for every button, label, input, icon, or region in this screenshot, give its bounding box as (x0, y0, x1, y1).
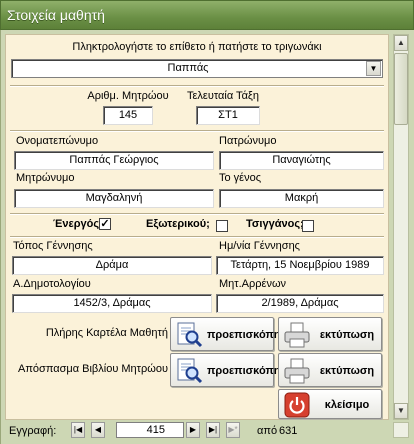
male-register-label: Μητ.Αρρένων (219, 278, 287, 290)
last-record-icon[interactable]: ▶| (206, 422, 220, 438)
gypsy-checkbox[interactable] (302, 220, 314, 232)
active-label: Ένεργός (53, 218, 100, 230)
first-record-icon[interactable]: |◀ (71, 422, 85, 438)
birth-date-field[interactable]: Τετάρτη, 15 Νοεμβρίου 1989 (216, 256, 384, 275)
student-form: Πληκτρολογήστε το επίθετο ή πατήστε το τ… (5, 34, 389, 420)
print-label: εκτύπωση (319, 329, 375, 341)
divider (10, 85, 384, 87)
active-checkbox[interactable]: ✓ (99, 218, 111, 230)
birth-place-label: Τόπος Γέννησης (13, 240, 93, 252)
window-body: Πληκτρολογήστε το επίθετο ή πατήστε το τ… (0, 30, 414, 444)
preview-label: προεπισκόπηση (207, 365, 295, 377)
new-record-icon[interactable]: ▶* (226, 422, 240, 438)
size-grip[interactable] (393, 422, 409, 438)
municipal-register-label: Α.Δημοτολογίου (13, 278, 91, 290)
last-class-label: Τελευταία Τάξη (187, 90, 259, 102)
scroll-up-icon[interactable]: ▲ (394, 35, 408, 51)
father-name-label: Πατρώνυμο (219, 135, 277, 147)
preview-label: προεπισκόπηση (207, 329, 295, 341)
print-label: εκτύπωση (319, 365, 375, 377)
divider (10, 130, 384, 132)
close-label: κλείσιμο (324, 399, 370, 411)
fullname-field[interactable]: Παππάς Γεώργιος (14, 151, 214, 170)
scroll-thumb[interactable] (394, 53, 408, 125)
student-search-value: Παππάς (167, 62, 209, 74)
full-card-preview-button[interactable]: προεπισκόπηση (170, 317, 295, 351)
registry-number-label: Αριθμ. Μητρώου (87, 90, 169, 102)
power-icon (284, 392, 310, 418)
record-label: Εγγραφή: (9, 425, 57, 437)
record-navigator: Εγγραφή: |◀ ◀ 415 ▶ ▶| ▶* από 631 (1, 420, 414, 444)
window-title: Στοιχεία μαθητή (0, 0, 414, 30)
printer-icon (284, 322, 310, 348)
excerpt-print-button[interactable]: εκτύπωση (278, 353, 382, 387)
fullname-label: Ονοματεπώνυμο (16, 135, 99, 147)
vertical-scrollbar[interactable]: ▲ ▼ (393, 34, 409, 420)
preview-icon (177, 358, 203, 384)
student-search-combo[interactable]: Παππάς ▼ (11, 59, 383, 78)
printer-icon (284, 358, 310, 384)
next-record-icon[interactable]: ▶ (186, 422, 200, 438)
full-card-label: Πλήρης Καρτέλα Μαθητή (45, 327, 168, 339)
external-label: Εξωτερικού; (146, 218, 210, 230)
excerpt-preview-button[interactable]: προεπισκόπηση (170, 353, 295, 387)
preview-icon (177, 322, 203, 348)
external-checkbox[interactable] (216, 220, 228, 232)
current-record-field[interactable]: 415 (116, 422, 184, 438)
previous-record-icon[interactable]: ◀ (91, 422, 105, 438)
search-prompt: Πληκτρολογήστε το επίθετο ή πατήστε το τ… (72, 41, 322, 53)
birth-date-label: Ημ/νία Γέννησης (219, 240, 300, 252)
registry-excerpt-label: Απόσπασμα Βιβλίου Μητρώου (17, 363, 168, 375)
scroll-down-icon[interactable]: ▼ (394, 403, 408, 419)
of-label: από (257, 425, 278, 437)
total-records: 631 (279, 425, 298, 437)
mother-name-label: Μητρώνυμο (16, 172, 75, 184)
last-class-field[interactable]: ΣΤ1 (196, 106, 260, 125)
divider (10, 213, 384, 215)
birth-place-field[interactable]: Δράμα (12, 256, 212, 275)
father-name-field[interactable]: Παναγιώτης (219, 151, 384, 170)
divider (10, 236, 384, 238)
mother-name-field[interactable]: Μαγδαληνή (14, 189, 214, 208)
male-register-field[interactable]: 2/1989, Δράμας (216, 294, 384, 313)
full-card-print-button[interactable]: εκτύπωση (278, 317, 382, 351)
close-button[interactable]: κλείσιμο (278, 389, 382, 419)
municipal-register-field[interactable]: 1452/3, Δράμας (12, 294, 212, 313)
dropdown-arrow-icon[interactable]: ▼ (366, 61, 381, 76)
mother-surname-field[interactable]: Μακρή (219, 189, 384, 208)
mother-surname-label: Το γένος (219, 172, 262, 184)
gypsy-label: Τσιγγάνος; (246, 218, 304, 230)
registry-number-field[interactable]: 145 (103, 106, 153, 125)
